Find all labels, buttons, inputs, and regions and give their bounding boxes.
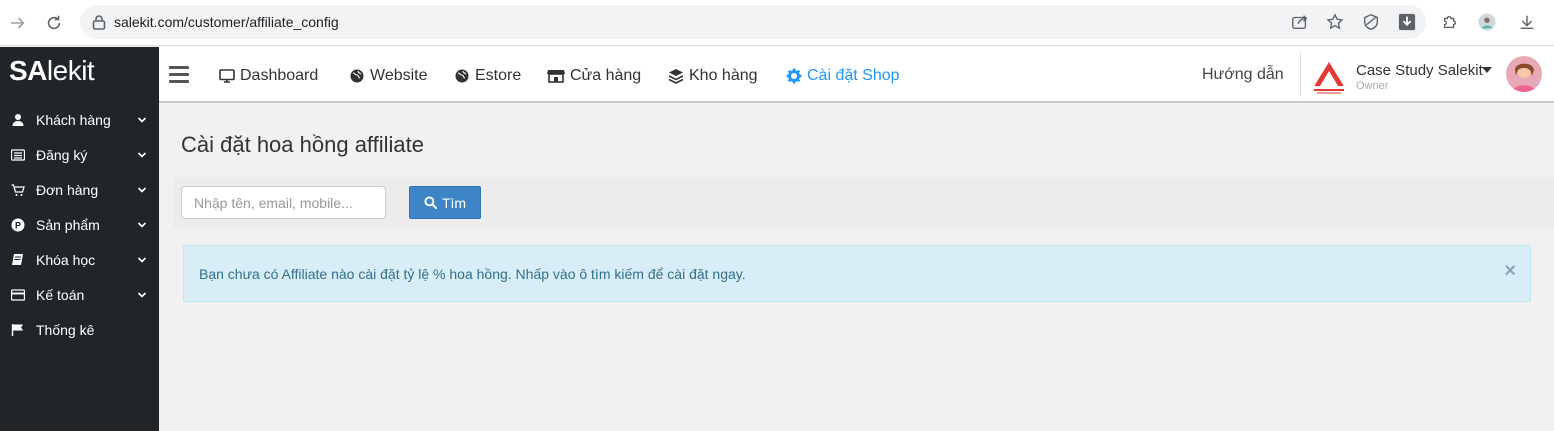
sidebar-item-label: Đơn hàng	[36, 182, 99, 198]
sidebar-item-customers[interactable]: Khách hàng	[0, 104, 159, 136]
share-button[interactable]	[1288, 10, 1312, 34]
user-icon	[11, 113, 25, 127]
gear-icon	[786, 68, 802, 84]
layers-icon	[668, 69, 684, 84]
back-button[interactable]	[5, 10, 31, 36]
globe-icon	[455, 69, 469, 83]
nav-label: Kho hàng	[689, 67, 758, 84]
caret-down-icon[interactable]	[1482, 67, 1492, 73]
bookmark-button[interactable]	[1323, 10, 1347, 34]
menu-toggle-button[interactable]	[169, 66, 189, 84]
sidebar-item-courses[interactable]: Khóa học	[0, 244, 159, 276]
lock-icon	[92, 15, 106, 30]
search-icon	[424, 196, 437, 209]
puzzle-icon	[1443, 15, 1457, 29]
browser-toolbar: salekit.com/customer/affiliate_config	[0, 0, 1554, 46]
extensions-button[interactable]	[1438, 10, 1462, 34]
book-icon	[11, 253, 25, 267]
reload-icon	[47, 15, 61, 30]
share-icon	[1292, 15, 1308, 29]
guide-link[interactable]: Hướng dẫn	[1202, 66, 1284, 84]
logo-text-sa: SA	[9, 55, 47, 86]
flag-icon	[11, 323, 25, 337]
chevron-down-icon	[137, 187, 147, 193]
sidebar-item-statistics[interactable]: Thống kê	[0, 314, 159, 346]
star-icon	[1326, 13, 1344, 30]
search-input[interactable]	[181, 186, 386, 219]
sidebar-item-products[interactable]: P Sản phẩm	[0, 209, 159, 241]
shield-icon	[1364, 14, 1378, 30]
chevron-down-icon	[137, 117, 147, 123]
close-icon[interactable]: ×	[1504, 261, 1516, 281]
nav-website[interactable]: Website	[349, 67, 428, 85]
reload-button[interactable]	[41, 10, 67, 36]
sidebar-item-label: Đăng ký	[36, 147, 88, 163]
url-text: salekit.com/customer/affiliate_config	[114, 14, 339, 30]
salekit-logo[interactable]: SAlekit	[9, 55, 95, 87]
sidebar: SAlekit Khách hàng Đăng ký Đơn hàng P Sả…	[0, 47, 159, 431]
list-icon	[11, 148, 25, 162]
sidebar-item-label: Khách hàng	[36, 112, 111, 128]
monitor-icon	[219, 69, 235, 83]
arrow-right-icon	[10, 17, 25, 29]
sidebar-item-registrations[interactable]: Đăng ký	[0, 139, 159, 171]
chevron-down-icon	[137, 222, 147, 228]
svg-text:P: P	[15, 221, 21, 231]
top-navbar: Dashboard Website Estore Cửa hàng Kho hà…	[159, 47, 1554, 103]
sidebar-item-accounting[interactable]: Kế toán	[0, 279, 159, 311]
logo-text-lekit: lekit	[46, 55, 95, 86]
sidebar-item-label: Sản phẩm	[36, 217, 100, 233]
chevron-down-icon	[137, 152, 147, 158]
alert-message: Bạn chưa có Affiliate nào cài đặt tỷ lệ …	[199, 266, 746, 282]
user-avatar-icon	[1506, 56, 1542, 92]
sidebar-item-orders[interactable]: Đơn hàng	[0, 174, 159, 206]
nav-label: Estore	[475, 67, 522, 84]
page-title: Cài đặt hoa hồng affiliate	[181, 132, 424, 157]
shop-name[interactable]: Case Study Salekit	[1356, 62, 1483, 79]
nav-estore[interactable]: Estore	[454, 67, 521, 85]
sidebar-item-label: Kế toán	[36, 287, 85, 303]
cart-icon	[11, 183, 25, 197]
nav-label: Cài đặt Shop	[807, 67, 900, 84]
product-icon: P	[11, 218, 25, 232]
shop-role: Owner	[1356, 80, 1389, 92]
navbar-divider	[1300, 52, 1301, 97]
download-icon	[1520, 15, 1534, 30]
chevron-down-icon	[137, 292, 147, 298]
card-icon	[11, 288, 25, 302]
search-button[interactable]: Tìm	[409, 186, 481, 219]
profile-button[interactable]	[1475, 10, 1499, 34]
downloads-button[interactable]	[1515, 10, 1539, 34]
nav-label: Dashboard	[240, 67, 319, 84]
avatar[interactable]	[1506, 56, 1542, 92]
info-alert: Bạn chưa có Affiliate nào cài đặt tỷ lệ …	[183, 245, 1531, 302]
search-button-label: Tìm	[441, 194, 467, 211]
shop-logo	[1312, 62, 1346, 94]
download-box-icon	[1398, 13, 1416, 31]
download-ext-button[interactable]	[1395, 10, 1419, 34]
nav-label: Cửa hàng	[570, 67, 642, 84]
nav-dashboard[interactable]: Dashboard	[219, 67, 318, 85]
store-icon	[547, 70, 565, 83]
nav-label: Website	[370, 67, 428, 84]
globe-icon	[350, 69, 364, 83]
profile-avatar-icon	[1478, 13, 1496, 31]
chevron-down-icon	[137, 257, 147, 263]
nav-warehouse[interactable]: Kho hàng	[668, 67, 758, 85]
nav-shop-settings[interactable]: Cài đặt Shop	[786, 67, 900, 85]
shield-button[interactable]	[1359, 10, 1383, 34]
address-bar[interactable]: salekit.com/customer/affiliate_config	[80, 5, 1426, 39]
sidebar-item-label: Khóa học	[36, 252, 96, 268]
sidebar-item-label: Thống kê	[36, 322, 95, 338]
nav-store[interactable]: Cửa hàng	[547, 67, 641, 85]
